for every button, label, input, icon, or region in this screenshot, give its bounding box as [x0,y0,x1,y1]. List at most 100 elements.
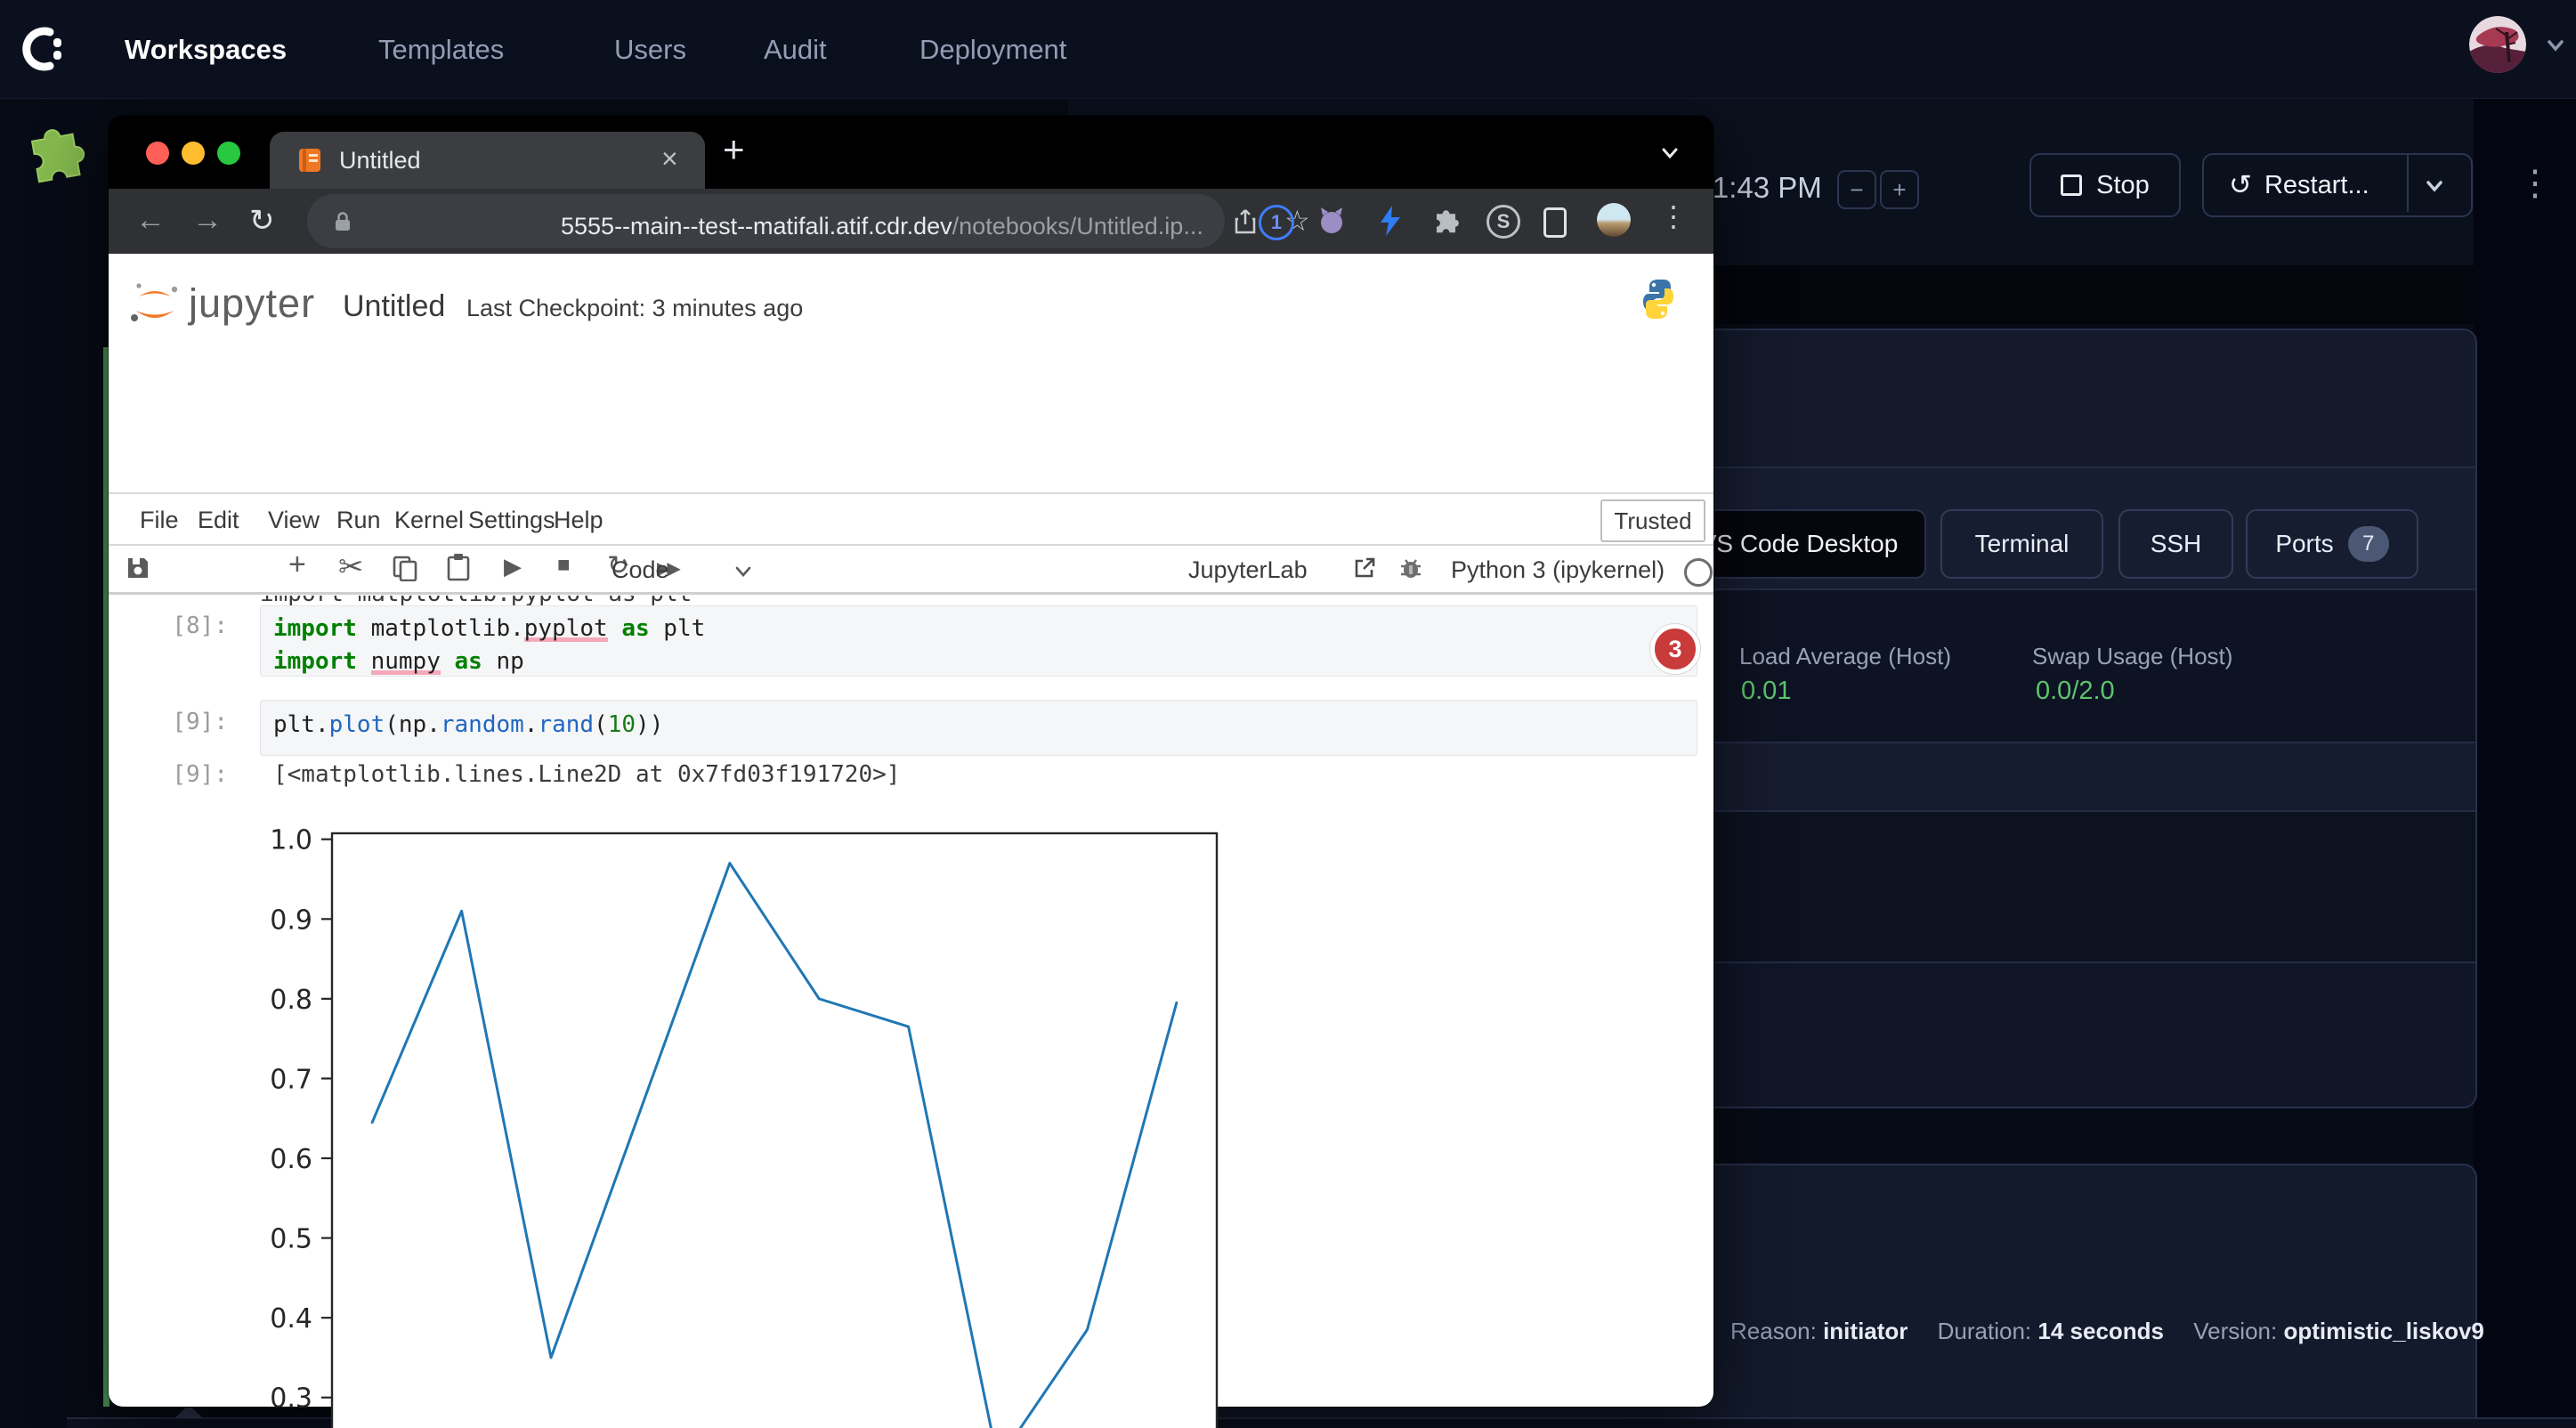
url-host: 5555--main--test--matifali.atif.cdr.dev [561,213,952,239]
forward-icon[interactable]: → [192,203,223,238]
build-meta: Reason: initiator Duration: 14 seconds V… [1730,1318,2484,1345]
browser-window: Untitled × + ← → ↻ 5555--main--test--mat… [109,116,1713,1407]
tab-search-chevron[interactable] [1656,141,1684,166]
workspace-menu-kebab[interactable]: ⋮ [2517,162,2553,205]
chevron-down-icon[interactable] [2542,32,2569,59]
duration-label: Duration: [1938,1318,2032,1344]
github-cat-extension-icon[interactable] [1316,205,1348,237]
save-icon[interactable] [125,555,151,581]
notebook-title[interactable]: Untitled [343,289,445,324]
svg-text:1.0: 1.0 [270,825,312,856]
lock-icon [332,209,353,234]
nav-item-users[interactable]: Users [614,34,686,66]
reason-value: initiator [1823,1318,1908,1344]
address-bar[interactable]: 5555--main--test--matifali.atif.cdr.dev/… [307,194,1225,248]
puzzle-icon[interactable] [17,117,99,187]
menu-edit[interactable]: Edit [198,507,239,534]
cell-prompt: [9]: [171,709,228,735]
terminal-button[interactable]: Terminal [1940,509,2103,579]
stop-icon [2061,174,2082,196]
run-cell-icon[interactable]: ▶ [504,553,522,580]
swap-usage-label: Swap Usage (Host) [2032,643,2232,670]
cell-prompt: [8]: [171,613,228,639]
code-line: import matplotlib.pyplot as plt [261,606,1697,645]
code-cell-8[interactable]: import matplotlib.pyplot as plt import n… [260,605,1697,677]
trusted-button[interactable]: Trusted [1600,499,1705,542]
maximize-window-button[interactable] [217,142,240,165]
nav-item-templates[interactable]: Templates [378,34,504,66]
swap-usage-value: 0.0/2.0 [2036,677,2115,706]
jupyter-notebook: jupyter Untitled Last Checkpoint: 3 minu… [109,254,1713,1407]
interrupt-kernel-icon[interactable]: ■ [557,553,571,578]
svg-text:0.6: 0.6 [270,1144,312,1175]
jupyter-logo [128,273,182,330]
extensions-puzzle-icon[interactable] [1431,205,1463,237]
header-divider [109,492,1713,494]
menu-view[interactable]: View [268,507,320,534]
add-cell-icon[interactable]: + [288,548,306,582]
menu-file[interactable]: File [140,507,179,534]
cell-type-chevron[interactable] [732,562,755,581]
zoom-in-button[interactable]: + [1880,170,1919,209]
python-logo [1641,279,1675,320]
ports-count-badge: 7 [2348,526,2389,562]
ssh-button[interactable]: SSH [2118,509,2233,579]
nav-item-workspaces[interactable]: Workspaces [125,34,287,66]
svg-text:0.8: 0.8 [270,985,312,1016]
svg-text:0.3: 0.3 [270,1383,312,1415]
back-icon[interactable]: ← [135,203,166,238]
sidebar-extension-icon[interactable] [1543,207,1567,238]
coder-logo[interactable] [20,23,71,75]
external-link-icon[interactable] [1353,556,1376,580]
close-tab-icon[interactable]: × [661,142,678,175]
restart-button[interactable]: ↺ Restart... [2202,153,2473,217]
stylus-extension-icon[interactable]: S [1486,205,1520,239]
menu-divider [109,544,1713,546]
restart-options-chevron[interactable] [2421,173,2448,199]
debugger-bug-icon[interactable] [1397,555,1424,581]
onepassword-extension-icon[interactable]: 1 [1259,205,1294,240]
restart-label: Restart... [2264,171,2369,200]
cell-type-select[interactable]: Code [612,556,669,584]
nav-item-deployment[interactable]: Deployment [919,34,1066,66]
code-line: plt.plot(np.random.rand(10)) [261,701,1697,742]
svg-text:0.9: 0.9 [270,905,312,936]
copy-cells-icon[interactable] [392,555,418,581]
matplotlib-figure: 024680.20.30.40.50.60.70.80.91.0 [267,824,1335,1428]
avatar-art [2469,16,2526,73]
menu-run[interactable]: Run [336,507,381,534]
button-divider [2407,155,2409,212]
nav-item-audit[interactable]: Audit [764,34,827,66]
collaborator-count-badge[interactable]: 3 [1650,624,1700,674]
new-tab-button[interactable]: + [723,128,745,171]
share-icon[interactable] [1233,207,1258,236]
jupyter-brand: jupyter [189,280,315,327]
stop-button[interactable]: Stop [2029,153,2181,217]
user-avatar[interactable] [2469,16,2526,73]
tab-title: Untitled [339,147,421,174]
lightning-extension-icon[interactable] [1376,205,1405,237]
stop-label: Stop [2096,171,2150,200]
duration-value: 14 seconds [2037,1318,2164,1344]
browser-menu-kebab[interactable]: ⋮ [1659,199,1688,233]
svg-text:0.5: 0.5 [270,1224,312,1255]
menu-settings[interactable]: Settings [468,507,555,534]
paste-cells-icon[interactable] [445,553,472,581]
notebook-favicon [298,147,321,174]
jupyterlab-link[interactable]: JupyterLab [1188,556,1308,584]
kernel-name[interactable]: Python 3 (ipykernel) [1451,556,1665,584]
menu-help[interactable]: Help [554,507,603,534]
ports-label: Ports [2275,530,2333,558]
reload-icon[interactable]: ↻ [249,203,275,239]
version-label: Version: [2193,1318,2277,1344]
browser-profile-avatar[interactable] [1597,203,1631,237]
cut-cells-icon[interactable]: ✂ [338,549,364,585]
kernel-status-icon [1684,558,1713,587]
close-window-button[interactable] [146,142,169,165]
ports-button[interactable]: Ports 7 [2246,509,2418,579]
minimize-window-button[interactable] [182,142,205,165]
zoom-out-button[interactable]: − [1837,170,1876,209]
menu-kernel[interactable]: Kernel [394,507,464,534]
browser-tab[interactable]: Untitled × [270,132,705,189]
code-cell-9[interactable]: plt.plot(np.random.rand(10)) [260,700,1697,756]
